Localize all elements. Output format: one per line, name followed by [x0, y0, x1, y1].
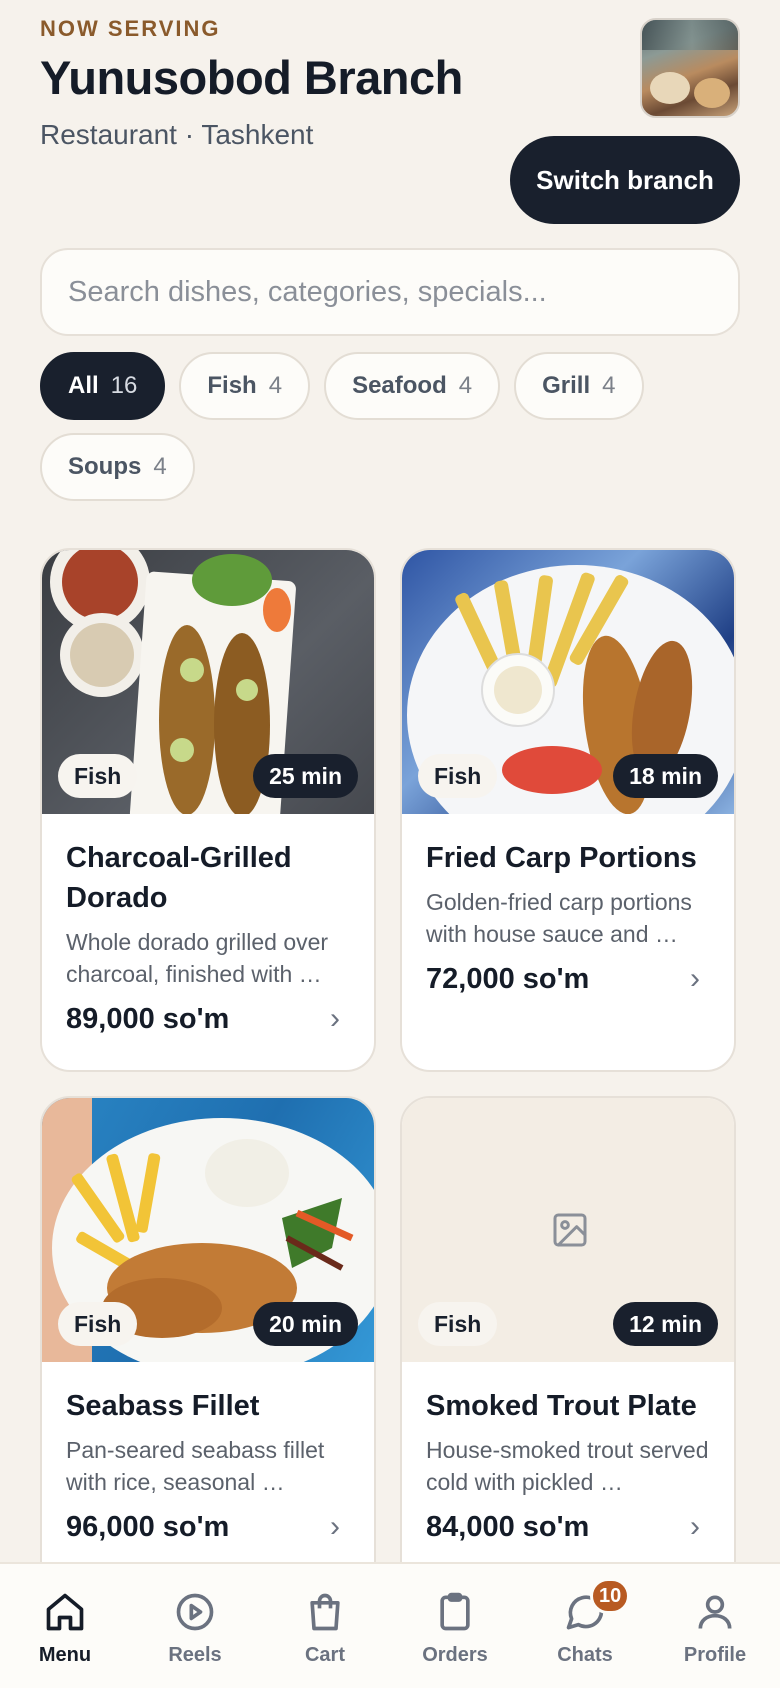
nav-menu[interactable]: Menu — [10, 1590, 120, 1667]
dish-category-badge: Fish — [418, 1302, 498, 1346]
nav-reels[interactable]: Reels — [140, 1590, 250, 1667]
dish-description: Pan-seared seabass fillet with rice, sea… — [66, 1437, 325, 1495]
dish-card[interactable]: Fish 18 min Fried Carp Portions Golden-f… — [400, 548, 736, 1072]
branch-title: Yunusobod Branch — [40, 51, 463, 104]
shopping-bag-icon — [310, 1593, 340, 1631]
dish-name: Seabass Fillet — [66, 1390, 260, 1422]
dish-description: Whole dorado grilled over charcoal, fini… — [66, 929, 329, 987]
chevron-right-icon[interactable]: › — [320, 1510, 350, 1544]
dish-price: 84,000 so'm — [426, 1510, 590, 1543]
nav-profile[interactable]: Profile — [660, 1590, 770, 1667]
dish-price: 96,000 so'm — [66, 1510, 230, 1543]
chip-label: All — [68, 372, 99, 399]
chip-count: 16 — [110, 372, 138, 399]
dish-card[interactable]: Fish 25 min Charcoal-Grilled Dorado Whol… — [40, 548, 376, 1072]
now-serving-label: NOW SERVING — [40, 16, 221, 41]
nav-chats[interactable]: 10 Chats — [530, 1578, 640, 1667]
chip-count: 4 — [602, 372, 616, 399]
bottom-navigation: Menu Reels Cart Orders 10 Chats Profile — [0, 1562, 780, 1688]
dish-image: Fish 20 min — [42, 1098, 374, 1362]
chip-label: Grill — [542, 372, 591, 399]
chip-label: Soups — [68, 453, 142, 480]
chevron-right-icon[interactable]: › — [680, 1510, 710, 1544]
dish-price: 72,000 so'm — [426, 962, 590, 995]
dish-image: Fish 25 min — [42, 550, 374, 814]
dish-price: 89,000 so'm — [66, 1002, 230, 1035]
home-icon — [46, 1593, 84, 1631]
prep-time-badge: 18 min — [613, 754, 718, 798]
chevron-right-icon[interactable]: › — [320, 1002, 350, 1036]
chip-seafood[interactable]: Seafood 4 — [324, 352, 501, 420]
chip-count: 4 — [153, 453, 167, 480]
chip-count: 4 — [268, 372, 283, 399]
user-icon — [698, 1595, 732, 1629]
chip-label: Seafood — [352, 372, 447, 399]
branch-subtitle: Restaurant · Tashkent — [40, 119, 314, 150]
dish-image: Fish 18 min — [402, 550, 734, 814]
chip-all[interactable]: All 16 — [40, 352, 166, 420]
branch-photo[interactable] — [640, 18, 740, 118]
dish-card[interactable]: Fish 20 min Seabass Fillet Pan-seared se… — [40, 1096, 376, 1616]
dish-image-placeholder: Fish 12 min — [402, 1098, 734, 1362]
nav-orders[interactable]: Orders — [400, 1590, 510, 1667]
dish-card[interactable]: Fish 12 min Smoked Trout Plate House-smo… — [400, 1096, 736, 1616]
dish-name: Fried Carp Portions — [426, 842, 697, 874]
nav-label: Cart — [304, 1644, 345, 1666]
image-placeholder-icon — [553, 1213, 587, 1247]
branch-header: NOW SERVING Yunusobod Branch Restaurant … — [40, 14, 740, 224]
chip-label: Fish — [207, 372, 257, 399]
prep-time-badge: 12 min — [613, 1302, 718, 1346]
dish-name: Smoked Trout Plate — [426, 1390, 697, 1422]
nav-label: Menu — [38, 1644, 92, 1666]
unread-count-badge: 10 — [590, 1578, 631, 1614]
play-circle-icon — [176, 1593, 214, 1631]
branch-photo-ceiling — [642, 20, 738, 50]
switch-branch-button[interactable]: Switch branch — [510, 136, 740, 224]
prep-time-badge: 20 min — [253, 1302, 358, 1346]
chip-soups[interactable]: Soups 4 — [40, 433, 195, 501]
prep-time-badge: 25 min — [253, 754, 358, 798]
dish-category-badge: Fish — [58, 754, 138, 798]
clipboard-icon — [440, 1592, 470, 1631]
chip-grill[interactable]: Grill 4 — [514, 352, 644, 420]
nav-cart[interactable]: Cart — [270, 1590, 380, 1667]
chip-fish[interactable]: Fish 4 — [179, 352, 311, 420]
branch-photo-plate — [694, 78, 730, 108]
nav-label: Orders — [422, 1644, 488, 1666]
nav-label: Profile — [683, 1644, 747, 1666]
chip-count: 4 — [458, 372, 473, 399]
search-bar[interactable] — [40, 248, 740, 336]
category-filter-chips: All 16 Fish 4 Seafood 4 Grill 4 Soups 4 — [40, 352, 740, 501]
nav-label: Reels — [168, 1644, 222, 1666]
chevron-right-icon[interactable]: › — [680, 962, 710, 996]
dish-description: Golden-fried carp portions with house sa… — [426, 889, 692, 947]
dish-name: Charcoal-Grilled Dorado — [66, 842, 292, 914]
dish-category-badge: Fish — [58, 1302, 138, 1346]
nav-label: Chats — [557, 1644, 613, 1666]
branch-photo-plate — [650, 72, 690, 104]
dish-description: House-smoked trout served cold with pick… — [426, 1437, 709, 1495]
search-input[interactable] — [68, 275, 708, 309]
dish-category-badge: Fish — [418, 754, 498, 798]
